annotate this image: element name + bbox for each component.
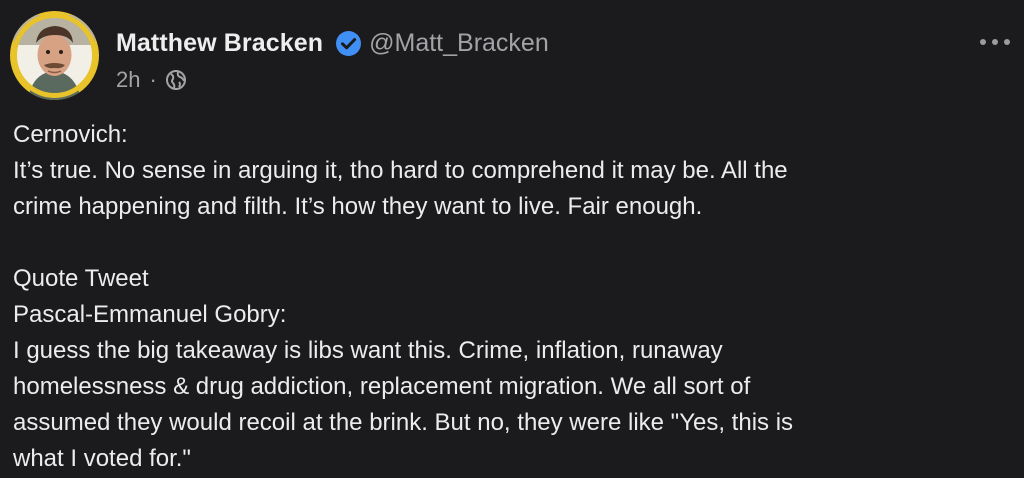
verified-badge-icon [335,30,362,57]
post-line: It’s true. No sense in arguing it, tho h… [13,157,788,184]
post-line: homelessness & drug addiction, replaceme… [13,373,751,400]
post-line: crime happening and filth. It’s how they… [13,193,703,220]
more-dot [1004,39,1010,45]
post-line: I guess the big takeaway is libs want th… [13,337,723,364]
post-timestamp[interactable]: 2h [116,67,140,93]
more-options-icon[interactable] [980,36,1010,48]
post-line: Pascal-Emmanuel Gobry: [13,301,287,328]
post-body: Cernovich: It’s true. No sense in arguin… [13,117,1013,477]
quote-tweet-label: Quote Tweet [13,265,149,292]
post-line: what I voted for." [13,445,191,472]
post-meta: 2h · [116,66,187,94]
user-handle[interactable]: @Matt_Bracken [369,29,549,58]
avatar[interactable] [10,11,99,100]
meta-separator: · [149,67,157,92]
more-dot [980,39,986,45]
avatar-photo [12,13,97,100]
globe-icon [165,69,187,91]
post-line: assumed they would recoil at the brink. … [13,409,794,436]
display-name[interactable]: Matthew Bracken [116,29,323,58]
post-line: Cernovich: [13,121,128,148]
more-dot [992,39,998,45]
post-header: Matthew Bracken @Matt_Bracken [116,23,549,63]
post-card: Matthew Bracken @Matt_Bracken 2h · Cerno… [0,0,1024,478]
